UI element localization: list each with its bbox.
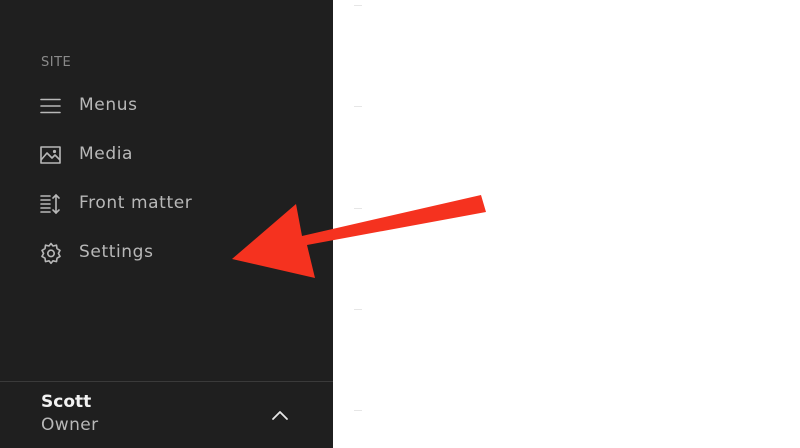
gear-icon: [39, 241, 63, 265]
sidebar-divider: [0, 381, 333, 382]
user-name: Scott: [41, 392, 92, 412]
ruler-tick: [354, 106, 362, 107]
sidebar-item-label: Front matter: [79, 193, 193, 213]
sidebar-item-label: Settings: [79, 242, 154, 262]
sidebar-item-label: Menus: [79, 95, 138, 115]
front-matter-icon: [39, 192, 63, 216]
sidebar-nav: Menus Media Front matter Settings: [0, 85, 333, 281]
app-window: SITE Menus Media Front matter Settings S…: [0, 0, 800, 448]
section-label-site: SITE: [41, 55, 72, 70]
sidebar-item-label: Media: [79, 144, 134, 164]
ruler-tick: [354, 208, 362, 209]
chevron-up-icon[interactable]: [268, 405, 292, 425]
hamburger-menu-icon: [39, 94, 63, 118]
ruler-tick: [354, 309, 362, 310]
ruler-tick: [354, 5, 362, 6]
user-role: Owner: [41, 415, 99, 435]
sidebar: SITE Menus Media Front matter Settings S…: [0, 0, 333, 448]
image-icon: [39, 143, 63, 167]
sidebar-item-menus[interactable]: Menus: [0, 85, 333, 134]
ruler-tick: [354, 410, 362, 411]
sidebar-item-front-matter[interactable]: Front matter: [0, 183, 333, 232]
sidebar-item-media[interactable]: Media: [0, 134, 333, 183]
sidebar-item-settings[interactable]: Settings: [0, 232, 333, 281]
